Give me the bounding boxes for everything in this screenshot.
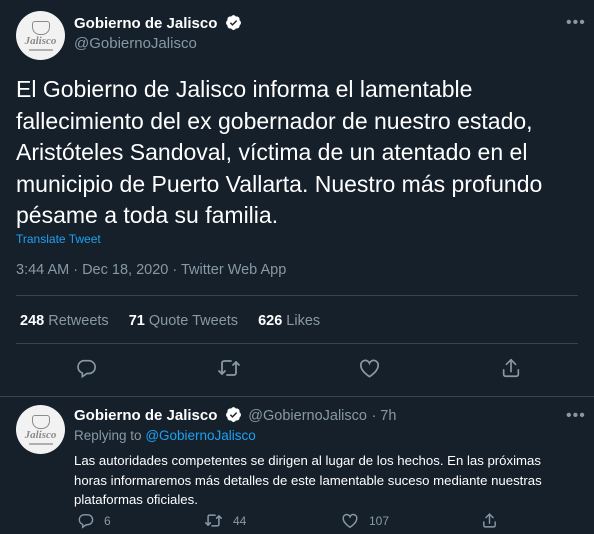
avatar[interactable]: Jalisco <box>16 405 65 454</box>
avatar-logo-text: Jalisco <box>24 428 57 441</box>
reply-tweet[interactable]: Jalisco Gobierno de Jalisco @GobiernoJal… <box>0 397 594 534</box>
replying-prefix: Replying to <box>74 428 142 443</box>
author-block: Gobierno de Jalisco @GobiernoJalisco <box>74 14 242 52</box>
retweet-icon[interactable] <box>204 512 223 529</box>
quotes-label: Quote Tweets <box>148 313 239 329</box>
reply-actions: 6 44 107 <box>0 512 594 532</box>
seal-icon <box>31 20 50 35</box>
likes-count: 626 <box>258 313 283 329</box>
avatar-logo-underline <box>28 442 53 445</box>
likes-stat[interactable]: 626 Likes <box>258 313 320 329</box>
main-tweet: Jalisco Gobierno de Jalisco @GobiernoJal… <box>0 0 594 396</box>
share-icon[interactable] <box>481 512 498 529</box>
share-action[interactable] <box>481 512 498 529</box>
verified-badge-icon <box>225 406 242 423</box>
like-count: 107 <box>369 513 390 528</box>
more-icon[interactable]: ••• <box>566 14 586 32</box>
like-icon[interactable] <box>358 357 382 381</box>
replying-to-handle-link[interactable]: @GobiernoJalisco <box>145 428 256 443</box>
avatar-logo-underline <box>28 48 53 51</box>
more-icon[interactable]: ••• <box>566 407 586 425</box>
seal-icon <box>31 414 50 429</box>
account-name[interactable]: Gobierno de Jalisco <box>74 15 217 32</box>
retweets-stat[interactable]: 248 Retweets <box>20 313 109 329</box>
reply-icon[interactable] <box>77 512 94 529</box>
avatar[interactable]: Jalisco <box>16 11 65 60</box>
avatar-logo-text: Jalisco <box>24 34 57 47</box>
reply-time[interactable]: · 7h <box>371 408 396 424</box>
tweet-stats: 248 Retweets 71 Quote Tweets 626 Likes <box>20 313 340 329</box>
quotes-count: 71 <box>128 313 145 329</box>
share-icon[interactable] <box>500 357 524 381</box>
divider <box>16 295 578 296</box>
retweets-count: 248 <box>20 313 45 329</box>
quote-tweets-stat[interactable]: 71 Quote Tweets <box>129 313 238 329</box>
retweet-action[interactable]: 44 <box>204 512 246 529</box>
reply-icon[interactable] <box>75 357 99 381</box>
retweets-label: Retweets <box>48 313 109 329</box>
account-handle[interactable]: @GobiernoJalisco <box>74 35 242 52</box>
reply-count: 6 <box>104 513 111 528</box>
retweet-count: 44 <box>233 513 247 528</box>
reply-header: Gobierno de Jalisco @GobiernoJalisco · 7… <box>74 406 396 425</box>
tweet-text: El Gobierno de Jalisco informa el lament… <box>16 76 543 228</box>
account-handle[interactable]: @GobiernoJalisco <box>248 408 367 424</box>
likes-label: Likes <box>286 313 321 329</box>
translate-tweet-link[interactable]: Translate Tweet <box>16 232 101 246</box>
tweet-meta[interactable]: 3:44 AM · Dec 18, 2020 · Twitter Web App <box>16 262 286 278</box>
like-icon[interactable] <box>341 512 359 529</box>
retweet-icon[interactable] <box>217 357 241 381</box>
reply-text: Las autoridades competentes se dirigen a… <box>74 453 542 507</box>
verified-badge-icon <box>225 14 242 31</box>
like-action[interactable]: 107 <box>341 512 389 529</box>
replying-to: Replying to @GobiernoJalisco <box>74 428 256 443</box>
divider <box>16 343 578 344</box>
reply-action[interactable]: 6 <box>77 512 111 529</box>
account-name[interactable]: Gobierno de Jalisco <box>74 407 217 424</box>
tweet-actions <box>0 357 594 383</box>
